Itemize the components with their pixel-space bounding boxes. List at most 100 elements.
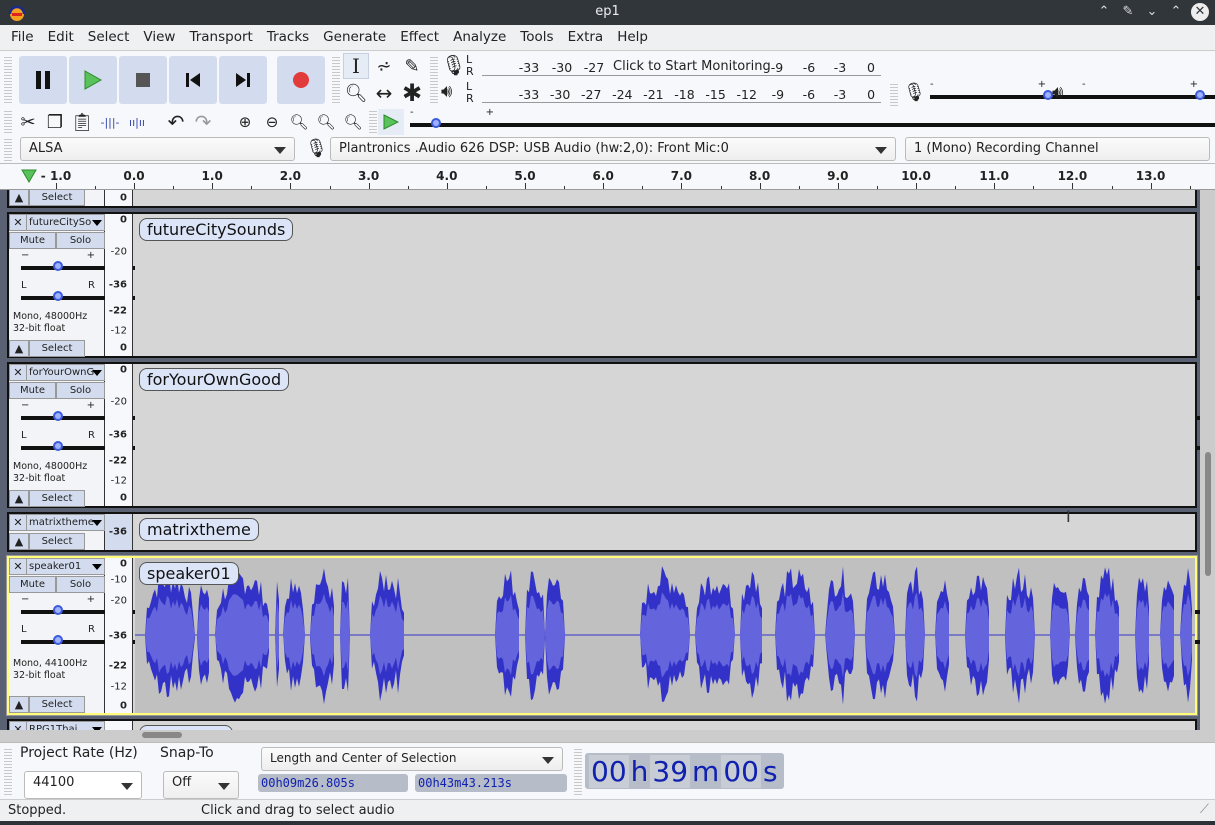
clip-label[interactable]: matrixtheme [139,518,259,541]
timeshift-tool-button[interactable]: ↔ [371,80,397,106]
mixer-toolbar-grip[interactable] [890,82,898,106]
silence-audio-button[interactable]: ıı|ıı [124,109,150,135]
project-rate-select[interactable]: 44100 [24,771,142,799]
solo-button[interactable]: Solo [56,232,105,249]
select-button[interactable]: Select [29,533,85,550]
draw-tool-button[interactable]: ✎ [399,53,425,79]
select-button[interactable]: Select [29,190,85,206]
recording-device-select[interactable]: Plantronics .Audio 626 DSP: USB Audio (h… [330,137,896,161]
audio-position-display[interactable]: 00 h 39 m 00 s [585,753,784,789]
menu-transport[interactable]: Transport [182,25,259,50]
track-name-menu[interactable]: forYourOwnG [27,364,105,381]
menu-view[interactable]: View [136,25,182,50]
menu-edit[interactable]: Edit [41,25,81,50]
time-toolbar-grip[interactable] [574,747,582,795]
close-track-button[interactable]: ✕ [9,214,27,231]
track-rpg1thai[interactable]: ✕ RPG1Thai RPG1Thai [7,719,1197,730]
copy-button[interactable]: ❐ [42,109,68,135]
collapse-button[interactable]: ▲ [9,190,29,206]
microphone-icon[interactable]: 🎙︎ [441,53,466,77]
pan-knob[interactable] [53,635,63,645]
track-waveform-area[interactable] [135,190,1195,206]
selection-mode-select[interactable]: Length and Center of Selection [261,747,563,771]
menu-file[interactable]: File [4,25,41,50]
playback-meter[interactable]: LR -33 -30 -27 -24 -21 -18 -15 -12 -9 -6 -3 0 [466,81,881,107]
mute-button[interactable]: Mute [9,576,56,593]
gain-slider[interactable]: − + [21,400,1200,424]
pan-knob[interactable] [53,291,63,301]
record-meter[interactable]: LR -33 -30 -27 Click to Start Monitoring… [466,54,881,80]
trim-audio-button[interactable]: -|||- [97,109,123,135]
audio-host-select[interactable]: ALSA [20,137,295,161]
gain-slider[interactable]: − + [21,594,1200,618]
vertical-scrollbar-thumb[interactable] [1205,452,1211,576]
track-foryourowngood[interactable]: ✕ forYourOwnG Mute Solo − + LR Mono, 4800… [7,362,1200,508]
playback-volume-slider[interactable]: - + [1082,79,1215,103]
menu-help[interactable]: Help [610,25,655,50]
playback-volume-knob[interactable] [1195,90,1205,100]
track-name-menu[interactable]: RPG1Thai [27,721,105,730]
transport-toolbar-grip[interactable] [4,55,12,105]
zoom-out-button[interactable]: ⊖ [259,109,285,135]
pan-slider[interactable]: LR [21,624,1200,648]
solo-button[interactable]: Solo [56,576,105,593]
record-volume-slider[interactable]: - + [930,79,1215,103]
selection-end-time[interactable]: 00h43m43.213s [415,774,567,792]
pin-button[interactable]: ✎ [1119,3,1137,21]
menu-extra[interactable]: Extra [561,25,611,50]
pause-button[interactable] [19,56,67,104]
maximize-button[interactable]: ⌃ [1167,3,1185,21]
record-button[interactable] [277,56,325,104]
select-button[interactable]: Select [29,490,85,507]
track-waveform-area[interactable] [135,721,1195,730]
playhead-pin-icon[interactable] [20,168,38,184]
vertical-scrollbar[interactable] [1200,190,1215,730]
mute-button[interactable]: Mute [9,232,56,249]
collapse-button[interactable]: ▲ [9,533,29,550]
track-waveform-area[interactable] [135,364,1195,506]
fit-project-button[interactable]: 🔍︎ [313,109,339,135]
gain-slider[interactable]: − + [21,250,1200,274]
close-track-button[interactable]: ✕ [9,514,27,531]
multi-tool-button[interactable]: ✱ [399,79,425,107]
solo-button[interactable]: Solo [56,382,105,399]
menu-analyze[interactable]: Analyze [446,25,513,50]
vertical-scale[interactable]: 0 -20 -36 -22 -12 0 [105,364,133,506]
zoom-toggle-button[interactable]: 🔍︎ [340,109,366,135]
close-window-button[interactable]: ✕ [1191,3,1209,21]
play-at-speed-grip[interactable] [369,109,377,135]
tools-toolbar-grip[interactable] [332,55,340,105]
track-matrixtheme[interactable]: ✕ matrixtheme ▲ Select -36 matrixtheme [7,512,1197,552]
select-button[interactable]: Select [29,696,85,713]
clip-label[interactable]: futureCitySounds [139,218,294,241]
minimize-button[interactable]: ⌄ [1143,3,1161,21]
speaker-icon[interactable]: 🔊︎ [441,81,452,102]
play-button[interactable] [69,56,117,104]
vertical-scale[interactable]: 0 -20 -36 -22 -12 0 [105,214,133,356]
undo-button[interactable]: ↶ [163,109,189,135]
skip-to-start-button[interactable] [169,56,217,104]
paste-button[interactable]: 📋︎ [69,109,95,135]
track-speaker01[interactable]: ✕ speaker01 Mute Solo − + LR Mono, 44100H… [6,555,1200,716]
collapse-button[interactable]: ▲ [9,696,29,713]
track-name-menu[interactable]: matrixtheme [27,514,105,531]
snap-to-select[interactable]: Off [163,771,239,799]
zoom-in-button[interactable]: ⊕ [232,109,258,135]
skip-to-end-button[interactable] [219,56,267,104]
selection-start-time[interactable]: 00h09m26.805s [258,774,408,792]
vertical-scale[interactable]: 0 -10 -20 -36 -22 -12 0 [105,558,133,713]
redo-button[interactable]: ↷ [190,109,216,135]
gain-knob[interactable] [53,411,63,421]
envelope-tool-button[interactable]: ⩫ [371,53,397,79]
clip-label[interactable]: forYourOwnGood [139,368,290,391]
keep-above-button[interactable]: ⌃ [1095,3,1113,21]
cut-button[interactable]: ✂ [15,109,41,135]
menu-select[interactable]: Select [81,25,137,50]
track-waveform-area[interactable] [135,214,1195,356]
start-monitoring-button[interactable]: Click to Start Monitoring [609,59,775,74]
pan-slider[interactable]: LR [21,430,1200,454]
clip-label[interactable]: speaker01 [139,562,239,585]
selection-tool-button[interactable]: I [343,53,369,79]
pan-knob[interactable] [53,441,63,451]
menu-tools[interactable]: Tools [513,25,560,50]
